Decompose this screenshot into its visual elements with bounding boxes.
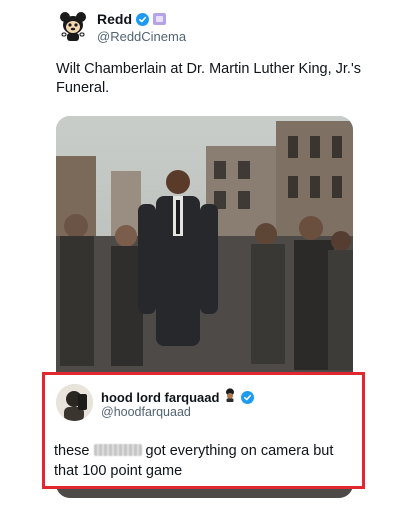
reply-text: these got everything on camera but that … bbox=[54, 441, 359, 481]
reply-display-name[interactable]: hood lord farquaad bbox=[101, 390, 219, 405]
highlighted-reply[interactable]: hood lord farquaad @hoodfarquaad these g… bbox=[42, 372, 365, 489]
affiliate-badge-icon bbox=[153, 13, 166, 25]
reply-handle[interactable]: @hoodfarquaad bbox=[101, 405, 191, 419]
verified-badge-icon bbox=[241, 391, 255, 404]
author-avatar[interactable] bbox=[56, 8, 90, 42]
post-header: Redd @ReddCinema bbox=[56, 4, 376, 44]
censored-word bbox=[93, 444, 142, 456]
guard-emoji-icon bbox=[223, 388, 237, 407]
author-handle[interactable]: @ReddCinema bbox=[97, 29, 186, 44]
post-text: Wilt Chamberlain at Dr. Martin Luther Ki… bbox=[56, 61, 361, 96]
person-photo-icon bbox=[56, 384, 93, 421]
author-name-row: Redd bbox=[97, 11, 166, 27]
reply-text-start: these bbox=[54, 443, 90, 459]
cartoon-character-icon bbox=[56, 8, 90, 42]
reply-avatar[interactable] bbox=[56, 384, 93, 421]
verified-badge-icon bbox=[136, 12, 149, 26]
author-display-name[interactable]: Redd bbox=[97, 11, 132, 27]
